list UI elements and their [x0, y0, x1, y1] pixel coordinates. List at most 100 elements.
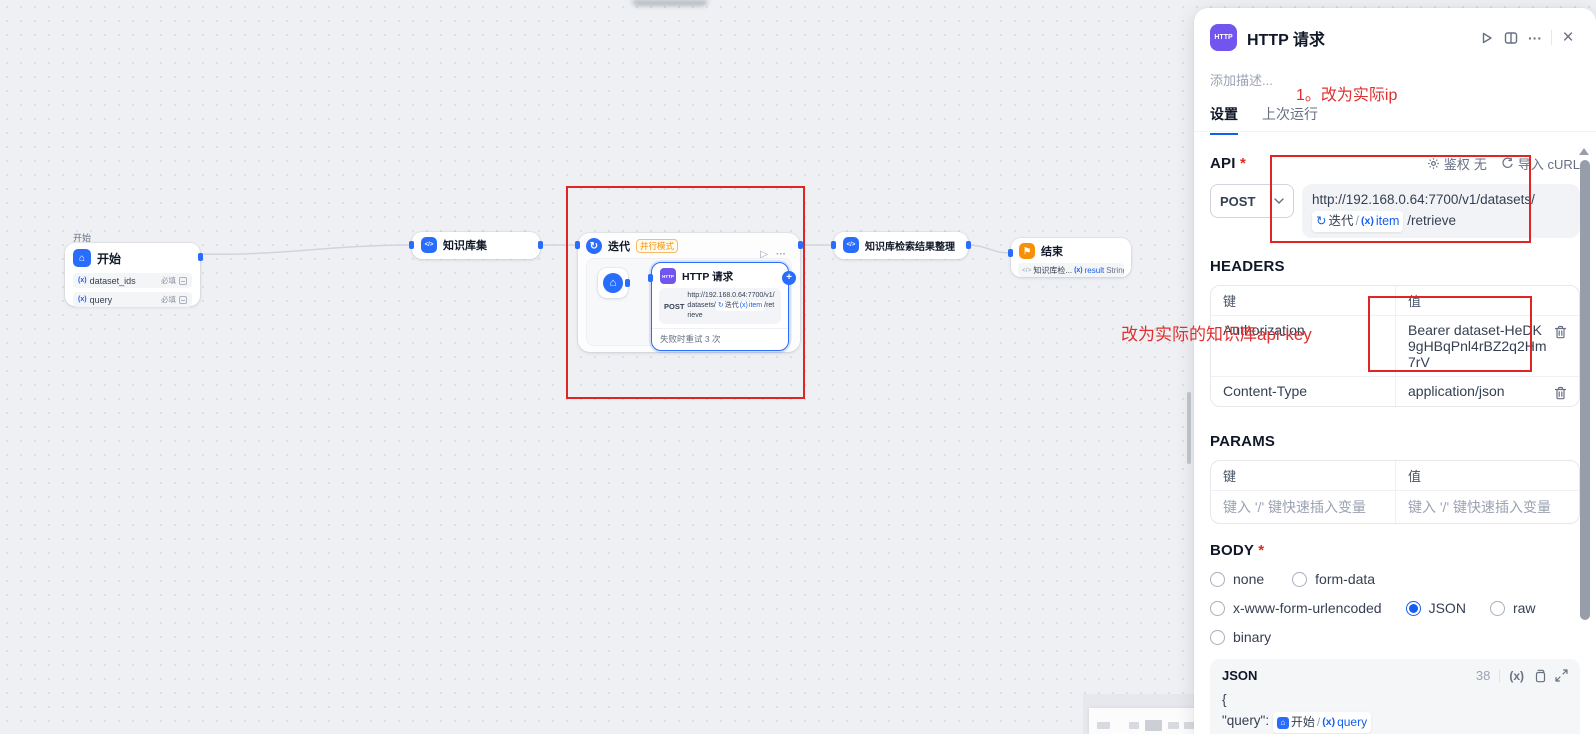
body-option-binary[interactable]: binary — [1210, 629, 1271, 645]
copy-icon[interactable] — [1533, 669, 1546, 683]
minimap-node — [1129, 722, 1139, 729]
variable-name: item — [749, 301, 762, 311]
split-view-icon[interactable] — [1499, 26, 1523, 50]
scrollbar-up-arrow[interactable] — [1579, 148, 1589, 155]
json-line: { — [1222, 689, 1568, 710]
output-source: 知识库检... — [1033, 265, 1072, 276]
json-editor-label: JSON — [1222, 668, 1476, 683]
iteration-node-title: 迭代 — [608, 238, 630, 254]
params-table: 键 值 键入 '/' 键快速插入变量 键入 '/' 键快速插入变量 — [1210, 460, 1580, 524]
input-handle[interactable] — [831, 241, 836, 249]
kb-set-node[interactable]: </> 知识库集 — [412, 232, 540, 259]
url-prefix: http://192.168.0.64:7700/v1/datasets/ — [1312, 192, 1535, 207]
panel-scrollbar[interactable] — [1580, 160, 1590, 620]
body-option-form-data[interactable]: form-data — [1292, 571, 1375, 587]
method-value: POST — [1220, 194, 1255, 209]
param-value-input[interactable]: 键入 '/' 键快速插入变量 — [1395, 491, 1579, 523]
divider — [1194, 131, 1596, 132]
gear-icon — [1427, 157, 1440, 170]
output-handle[interactable] — [198, 253, 203, 261]
headers-section-title: HEADERS — [1210, 258, 1580, 275]
radio-icon[interactable] — [1210, 601, 1225, 616]
url-suffix: /retrieve — [1407, 213, 1456, 228]
close-icon[interactable]: × — [1556, 26, 1580, 50]
edge-kbresult-to-end — [968, 245, 1009, 253]
variable-name: dataset_ids — [90, 276, 136, 286]
value-column-header: 值 — [1395, 286, 1579, 315]
end-node-title: 结束 — [1041, 243, 1063, 259]
divider — [1499, 670, 1500, 682]
body-option-x-www-form-urlencoded[interactable]: x-www-form-urlencoded — [1210, 600, 1382, 616]
input-handle[interactable] — [1008, 249, 1013, 257]
run-button[interactable] — [1475, 26, 1499, 50]
output-handle[interactable] — [798, 241, 803, 249]
divider — [1551, 30, 1552, 45]
code-icon: </> — [421, 237, 437, 253]
output-handle[interactable] — [966, 241, 971, 249]
required-badge: 必填 — [161, 294, 176, 305]
body-option-none[interactable]: none — [1210, 571, 1264, 587]
radio-icon[interactable] — [1210, 572, 1225, 587]
query-variable-chip[interactable]: ⌂开始/(x)query — [1273, 712, 1371, 733]
retry-on-failure-label: 失败时重试 3 次 — [652, 328, 788, 349]
import-curl-button[interactable]: 导入 cURL — [1501, 154, 1580, 173]
radio-icon[interactable] — [1490, 601, 1505, 616]
iteration-start-node[interactable]: ⌂ — [598, 268, 628, 298]
end-node[interactable]: ⚑ 结束 </> 知识库检... (x) result String — [1011, 238, 1131, 277]
output-handle[interactable] — [625, 279, 630, 287]
radio-icon[interactable] — [1292, 572, 1307, 587]
edge-start-to-kbset — [200, 245, 410, 254]
body-option-json[interactable]: JSON — [1406, 600, 1466, 616]
iteration-item-chip: ↻迭代(x)item — [716, 301, 764, 311]
start-node[interactable]: ⌂ 开始 (x)dataset_ids 必填 (x)query 必填 — [65, 243, 200, 306]
radio-icon[interactable] — [1406, 601, 1421, 616]
start-var-dataset-ids[interactable]: (x)dataset_ids 必填 — [73, 273, 192, 288]
radio-label: raw — [1513, 600, 1536, 616]
radio-label: binary — [1233, 629, 1271, 645]
method-select[interactable]: POST — [1210, 184, 1294, 218]
input-handle[interactable] — [409, 241, 414, 249]
inner-http-node[interactable]: + HTTP HTTP 请求 POST http://192.168.0.64:… — [651, 262, 789, 351]
input-handle[interactable] — [648, 274, 653, 282]
more-icon[interactable]: ··· — [1523, 26, 1547, 50]
node-config-panel: HTTP HTTP 请求 ··· × 添加描述... 设置 上次运行 API * — [1194, 8, 1596, 734]
inner-http-node-title: HTTP 请求 — [682, 269, 733, 284]
expand-icon[interactable] — [1555, 669, 1568, 682]
output-handle[interactable] — [538, 241, 543, 249]
iteration-item-chip[interactable]: ↻迭代/(x)item — [1312, 211, 1403, 232]
param-key-input[interactable]: 键入 '/' 键快速插入变量 — [1211, 491, 1395, 523]
trash-icon[interactable] — [1554, 325, 1567, 339]
input-handle[interactable] — [575, 241, 580, 249]
params-section-title: PARAMS — [1210, 433, 1580, 450]
radio-label: x-www-form-urlencoded — [1233, 600, 1382, 616]
minimap[interactable] — [1083, 694, 1196, 734]
url-input[interactable]: http://192.168.0.64:7700/v1/datasets/ ↻迭代… — [1302, 184, 1580, 238]
header-value-input[interactable]: application/json — [1408, 383, 1548, 400]
json-body-editor[interactable]: JSON 38 (x) { "query": ⌂开始/(x) — [1210, 659, 1580, 734]
output-variable: result — [1085, 266, 1105, 275]
panel-title: HTTP 请求 — [1247, 26, 1475, 50]
start-var-query[interactable]: (x)query 必填 — [73, 292, 192, 307]
plus-icon[interactable]: + — [782, 271, 796, 285]
home-icon: ⌂ — [603, 273, 623, 293]
kb-result-node[interactable]: </> 知识库检索结果整理 — [834, 232, 968, 259]
inner-http-url-box: POST http://192.168.0.64:7700/v1/dataset… — [659, 288, 781, 324]
parallel-mode-badge: 并行模式 — [636, 239, 678, 253]
auth-label: 鉴权 — [1444, 154, 1470, 173]
canvas-scrollbar[interactable] — [1187, 392, 1191, 464]
trash-icon[interactable] — [1554, 386, 1567, 400]
http-icon: HTTP — [1210, 24, 1237, 51]
annotation-text-ip: 1。改为实际ip — [1296, 81, 1397, 105]
start-node-title: 开始 — [97, 250, 121, 267]
minimap-viewport — [1089, 708, 1196, 734]
offscreen-toolbar-shadow — [632, 0, 708, 6]
minimap-node — [1168, 722, 1179, 729]
header-key-input[interactable]: Content-Type — [1211, 377, 1395, 406]
body-option-raw[interactable]: raw — [1490, 600, 1536, 616]
loop-icon: ↻ — [586, 238, 602, 254]
insert-variable-icon[interactable]: (x) — [1509, 669, 1524, 683]
auth-setting[interactable]: 鉴权 无 — [1427, 154, 1487, 173]
radio-icon[interactable] — [1210, 630, 1225, 645]
header-value-input[interactable]: Bearer dataset-HeDK9gHBqPnl4rBZ2q2Hm7rV — [1408, 322, 1548, 370]
annotation-text-apikey: 改为实际的知识库api-key — [1121, 320, 1312, 345]
